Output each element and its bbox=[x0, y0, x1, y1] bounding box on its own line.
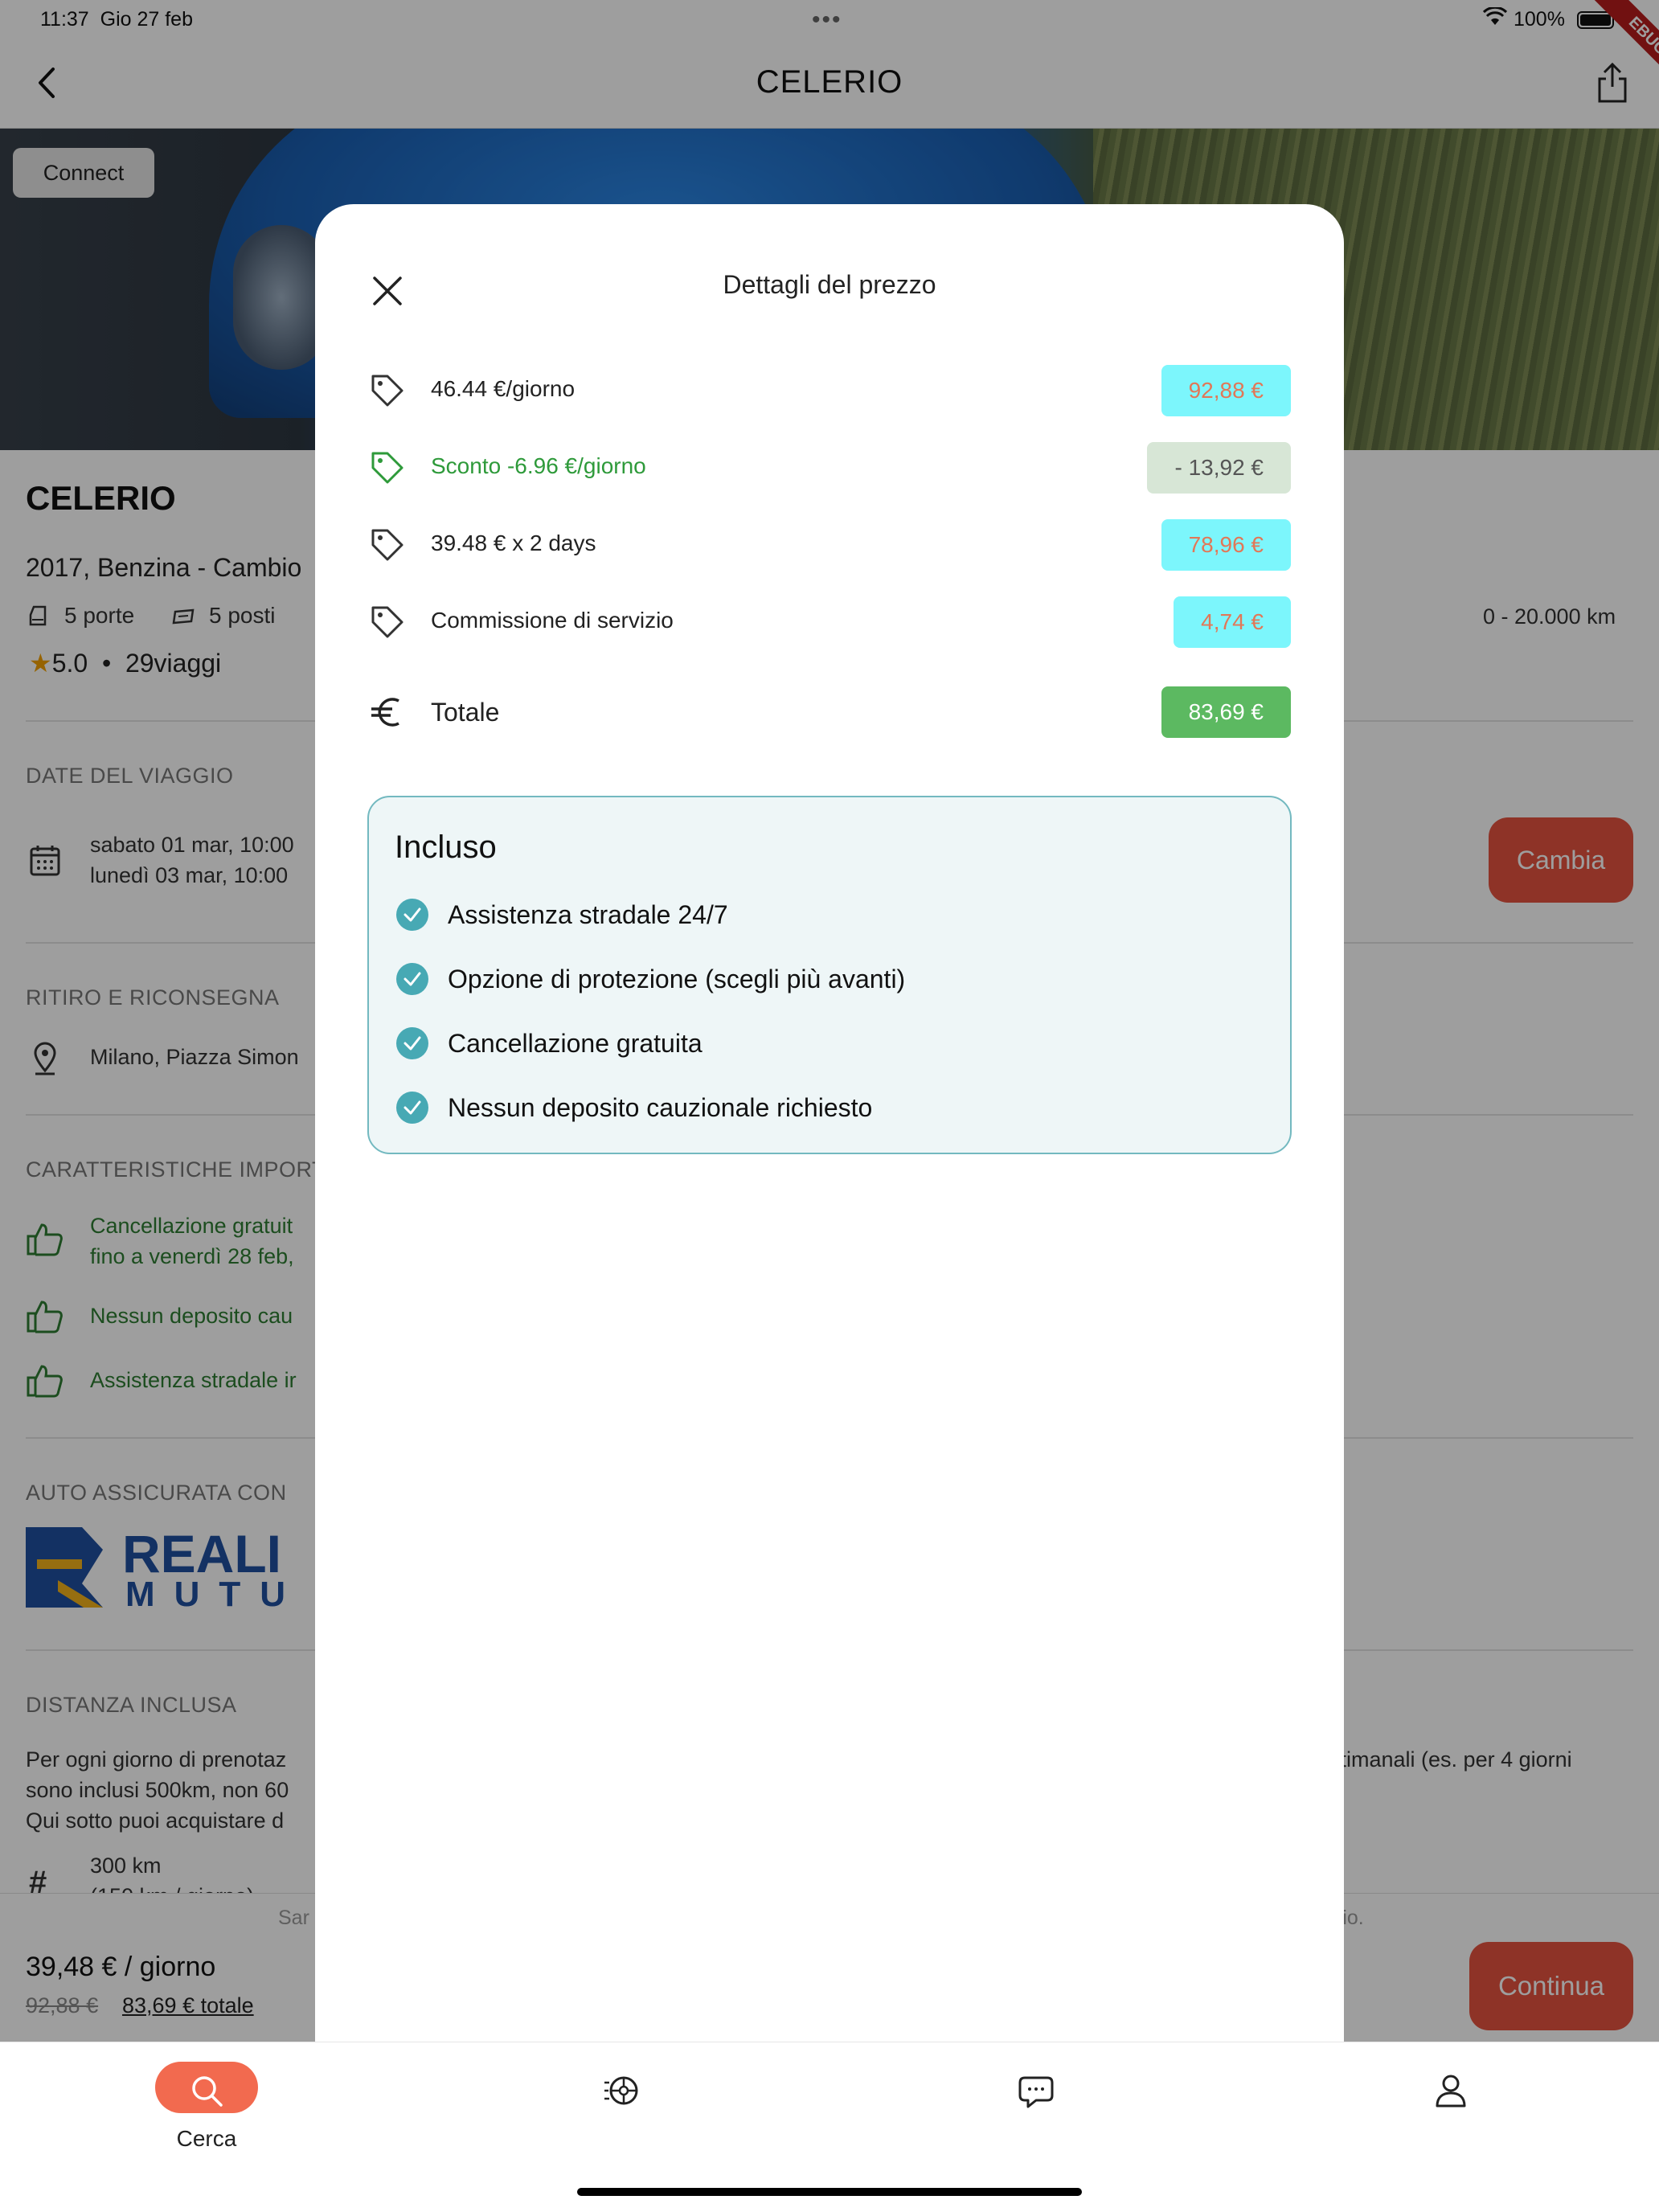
total-label: Totale bbox=[431, 698, 500, 727]
chat-icon bbox=[1017, 2071, 1055, 2110]
price-tag-icon bbox=[368, 371, 407, 410]
subtotal-amount-pill: 78,96 € bbox=[1161, 519, 1291, 571]
profile-icon bbox=[1432, 2071, 1470, 2110]
tab-profile[interactable] bbox=[1387, 2062, 1515, 2166]
tab-search[interactable]: Cerca bbox=[142, 2062, 271, 2166]
total-amount-pill: 83,69 € bbox=[1161, 686, 1291, 738]
tab-trips[interactable] bbox=[557, 2062, 686, 2166]
price-row-fee: Commissione di servizio 4,74 € bbox=[368, 590, 1291, 654]
price-details-sheet: Dettagli del prezzo 46.44 €/giorno 92,88… bbox=[315, 204, 1344, 2042]
check-circle-icon bbox=[396, 899, 428, 931]
included-item-label: Cancellazione gratuita bbox=[448, 1029, 703, 1058]
steering-wheel-icon bbox=[602, 2071, 641, 2110]
included-item-label: Opzione di protezione (scegli più avanti… bbox=[448, 965, 906, 993]
search-icon bbox=[187, 2071, 226, 2110]
fee-label: Commissione di servizio bbox=[431, 608, 674, 633]
fee-amount-pill: 4,74 € bbox=[1174, 596, 1291, 648]
tab-label: Cerca bbox=[176, 2126, 237, 2151]
included-item-label: Assistenza stradale 24/7 bbox=[448, 900, 728, 929]
price-tag-icon bbox=[368, 603, 407, 641]
tab-messages[interactable] bbox=[972, 2062, 1100, 2166]
price-row-total: Totale 83,69 € bbox=[368, 680, 1291, 744]
discount-label: Sconto -6.96 €/giorno bbox=[431, 453, 646, 478]
subtotal-label: 39.48 € x 2 days bbox=[431, 530, 596, 555]
home-indicator[interactable] bbox=[577, 2188, 1082, 2196]
check-circle-icon bbox=[396, 1027, 428, 1059]
price-row-label: 46.44 €/giorno bbox=[431, 376, 576, 401]
discount-tag-icon bbox=[368, 449, 407, 487]
discount-amount-pill: - 13,92 € bbox=[1147, 442, 1291, 494]
included-title: Incluso bbox=[395, 830, 497, 865]
price-amount-pill: 92,88 € bbox=[1161, 365, 1291, 416]
included-box: Incluso Assistenza stradale 24/7 Opzione… bbox=[367, 796, 1292, 1154]
tab-bar: Cerca bbox=[0, 2042, 1659, 2212]
check-circle-icon bbox=[396, 1092, 428, 1124]
price-row-discount: Sconto -6.96 €/giorno - 13,92 € bbox=[368, 436, 1291, 500]
price-row-daily: 46.44 €/giorno 92,88 € bbox=[368, 358, 1291, 423]
sheet-title: Dettagli del prezzo bbox=[723, 270, 936, 299]
price-row-subtotal: 39.48 € x 2 days 78,96 € bbox=[368, 513, 1291, 577]
check-circle-icon bbox=[396, 963, 428, 995]
euro-icon bbox=[368, 693, 407, 731]
included-item-label: Nessun deposito cauzionale richiesto bbox=[448, 1093, 873, 1122]
price-tag-icon bbox=[368, 526, 407, 564]
